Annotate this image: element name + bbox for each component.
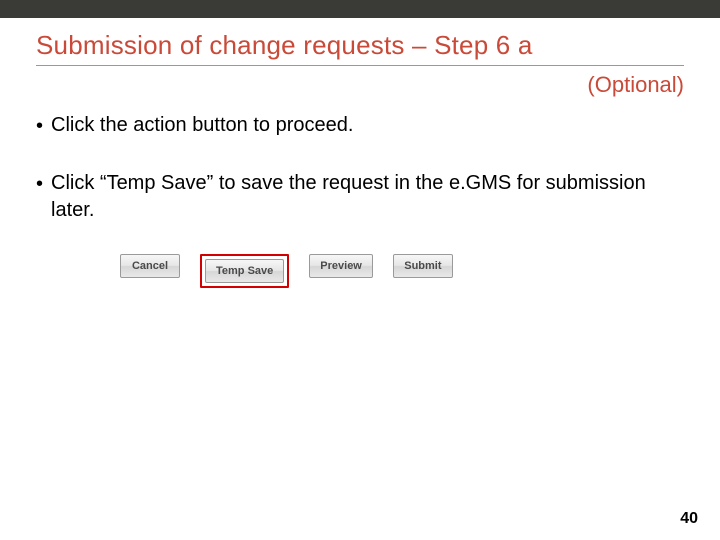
bullet-text-2: Click “Temp Save” to save the request in… [51, 170, 684, 224]
bullet-text-1: Click the action button to proceed. [51, 112, 353, 139]
preview-button[interactable]: Preview [309, 254, 373, 278]
action-button-row: Cancel Temp Save Preview Submit [120, 254, 684, 288]
bullet-item-2: • Click “Temp Save” to save the request … [36, 170, 684, 224]
page-number: 40 [680, 510, 698, 528]
slide-title: Submission of change requests – Step 6 a [36, 30, 684, 66]
slide-top-bar [0, 0, 720, 18]
bullet-dot-icon: • [36, 171, 43, 198]
bullet-dot-icon: • [36, 113, 43, 140]
bullet-item-1: • Click the action button to proceed. [36, 112, 684, 140]
submit-button[interactable]: Submit [393, 254, 453, 278]
cancel-button[interactable]: Cancel [120, 254, 180, 278]
slide-content: Submission of change requests – Step 6 a… [0, 18, 720, 288]
temp-save-highlight: Temp Save [200, 254, 289, 288]
temp-save-button[interactable]: Temp Save [205, 259, 284, 283]
optional-label: (Optional) [36, 72, 684, 98]
